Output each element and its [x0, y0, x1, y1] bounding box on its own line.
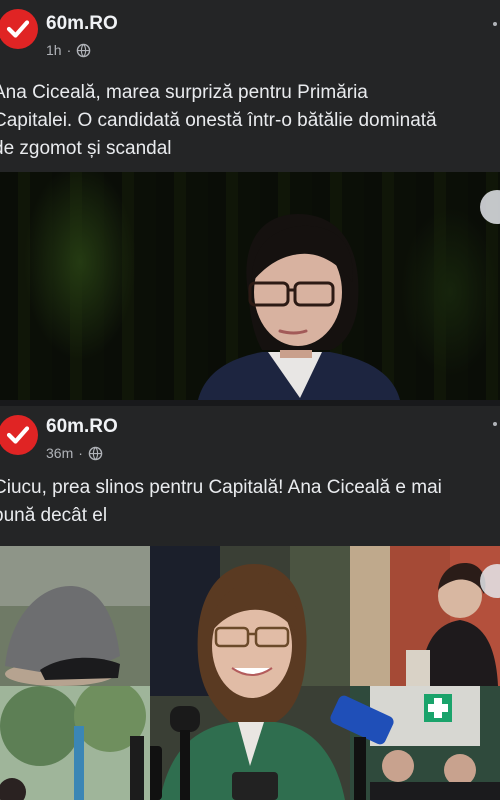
feed-post: 60m.RO 36m · Ciucu, prea slinos pentru C…	[0, 406, 500, 800]
post-text-line: Ciucu, prea slinos pentru Capitală! Ana …	[0, 477, 442, 498]
globe-icon	[76, 43, 91, 57]
post-text-line: Capitalei. O candidată onestă într-o băt…	[0, 110, 437, 131]
post-text-line: Ana Ciceală, marea surpriză pentru Primă…	[0, 82, 368, 103]
microphone-cluster	[330, 695, 394, 800]
globe-icon	[88, 446, 103, 460]
check-icon	[6, 20, 30, 38]
collage-photo	[0, 546, 150, 686]
page-avatar[interactable]	[0, 415, 38, 455]
post-meta: 1h ·	[46, 42, 91, 58]
page-name[interactable]: 60m.RO	[46, 416, 118, 438]
check-icon	[6, 426, 30, 444]
post-meta: 36m ·	[46, 445, 103, 461]
post-time[interactable]: 36m	[46, 445, 73, 461]
separator-dot: ·	[78, 445, 83, 461]
post-image[interactable]	[0, 172, 500, 400]
collage-photo	[0, 686, 150, 800]
collage-photo	[350, 546, 500, 686]
post-text-line: bună decât el	[0, 505, 108, 526]
post-text: Ciucu, prea slinos pentru Capitală! Ana …	[0, 474, 500, 530]
portrait-photo	[198, 214, 400, 400]
page-avatar[interactable]	[0, 9, 38, 49]
more-options-icon[interactable]	[493, 22, 497, 26]
more-options-icon[interactable]	[493, 422, 497, 426]
post-image-collage[interactable]	[0, 546, 500, 800]
separator-dot: ·	[66, 42, 72, 58]
feed-post: 60m.RO 1h · Ana Ciceală, marea surpriză …	[0, 0, 500, 400]
post-text-line: de zgomot și scandal	[0, 138, 172, 159]
post-text: Ana Ciceală, marea surpriză pentru Primă…	[0, 79, 500, 163]
post-time[interactable]: 1h	[46, 42, 62, 58]
page-name[interactable]: 60m.RO	[46, 13, 118, 35]
